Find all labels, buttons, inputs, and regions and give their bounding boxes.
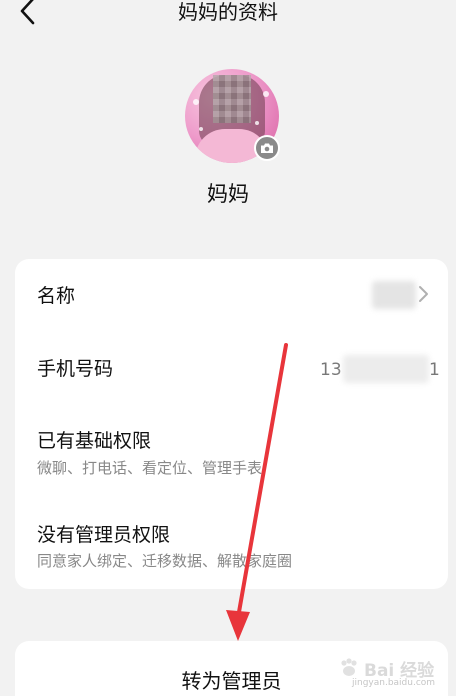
header: 妈妈的资料: [0, 0, 456, 30]
page-title: 妈妈的资料: [178, 0, 278, 24]
name-value-blurred: [372, 281, 416, 309]
admin-permission-desc: 同意家人绑定、迁移数据、解散家庭圈: [37, 552, 293, 570]
name-row[interactable]: 名称: [15, 259, 448, 333]
profile-page: 妈妈的资料 妈妈 名称 手机号码 13 1 已有基础权限 微聊、打电话、看定位、…: [0, 0, 456, 696]
phone-suffix: 1: [429, 360, 440, 380]
basic-permission-desc: 微聊、打电话、看定位、管理手表: [37, 459, 263, 477]
admin-permission-title: 没有管理员权限: [37, 524, 171, 546]
basic-permission-row: 已有基础权限 微聊、打电话、看定位、管理手表: [15, 419, 448, 493]
admin-permission-row: 没有管理员权限 同意家人绑定、迁移数据、解散家庭圈: [15, 513, 448, 587]
phone-prefix: 13: [320, 360, 342, 380]
profile-name: 妈妈: [207, 182, 249, 206]
avatar-container[interactable]: [185, 69, 280, 163]
info-card: 名称 手机号码 13 1 已有基础权限 微聊、打电话、看定位、管理手表 没有管理…: [15, 259, 448, 589]
phone-value-blurred: [343, 355, 429, 383]
phone-row: 手机号码 13 1: [15, 333, 448, 407]
watermark-text: Bai 经验: [364, 660, 435, 681]
name-label: 名称: [37, 285, 76, 307]
change-avatar-button[interactable]: [254, 135, 280, 161]
paw-logo-icon: [341, 658, 357, 676]
phone-label: 手机号码: [37, 358, 114, 380]
chevron-right-icon: [419, 286, 428, 302]
watermark-url: jingyan.baidu.com: [352, 678, 436, 688]
camera-icon: [261, 143, 273, 153]
basic-permission-title: 已有基础权限: [37, 430, 152, 452]
